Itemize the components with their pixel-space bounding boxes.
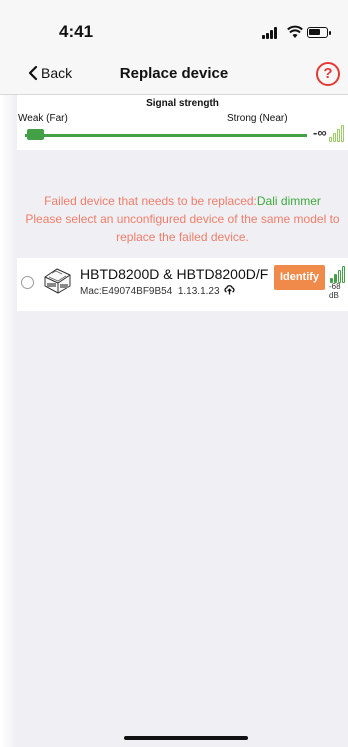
device-details: Mac:E49074BF9B54 1.13.1.23 [80, 285, 235, 297]
replace-notice: Failed device that needs to be replaced:… [17, 192, 348, 246]
device-mac: Mac:E49074BF9B54 [80, 286, 173, 297]
notice-instruction: Please select an unconfigured device of … [25, 212, 340, 244]
device-name: HBTD8200D & HBTD8200D/F [80, 266, 269, 282]
failed-device-type: Dali dimmer [256, 194, 321, 208]
status-time: 4:41 [59, 22, 94, 41]
cellular-signal-icon [262, 27, 280, 39]
left-edge [0, 0, 17, 747]
notice-prefix: Failed device that needs to be replaced: [44, 194, 257, 208]
signal-strength-filter: Signal strength Weak (Far) Strong (Near)… [17, 95, 348, 150]
strong-label: Strong (Near) [227, 113, 288, 124]
rssi-value: -68 dB [329, 282, 341, 300]
navigation-bar: Back Replace device ? [0, 56, 348, 95]
weak-label: Weak (Far) [18, 113, 68, 124]
device-version: 1.13.1.23 [177, 286, 220, 297]
status-bar: 4:41 [0, 0, 348, 56]
page-title: Replace device [119, 65, 229, 82]
phone-screen: 4:41 Back Replace device ? Signal streng… [0, 0, 348, 747]
select-radio[interactable] [21, 276, 34, 289]
help-icon[interactable]: ? [316, 62, 340, 86]
signal-bars-icon [329, 124, 347, 142]
home-indicator[interactable] [124, 736, 248, 740]
signal-slider-thumb[interactable] [27, 129, 44, 140]
signal-slider-track[interactable] [25, 134, 307, 137]
dimmer-device-icon [44, 268, 71, 294]
rssi-bars-icon [330, 266, 348, 283]
wifi-icon [287, 25, 303, 38]
identify-button[interactable]: Identify [274, 265, 325, 290]
battery-icon [307, 27, 331, 38]
signal-strength-title: Signal strength [146, 98, 219, 109]
device-list-item[interactable]: HBTD8200D & HBTD8200D/F Mac:E49074BF9B54… [17, 258, 348, 311]
signal-threshold-value: -∞ [313, 125, 327, 140]
cloud-upload-icon [224, 285, 235, 295]
